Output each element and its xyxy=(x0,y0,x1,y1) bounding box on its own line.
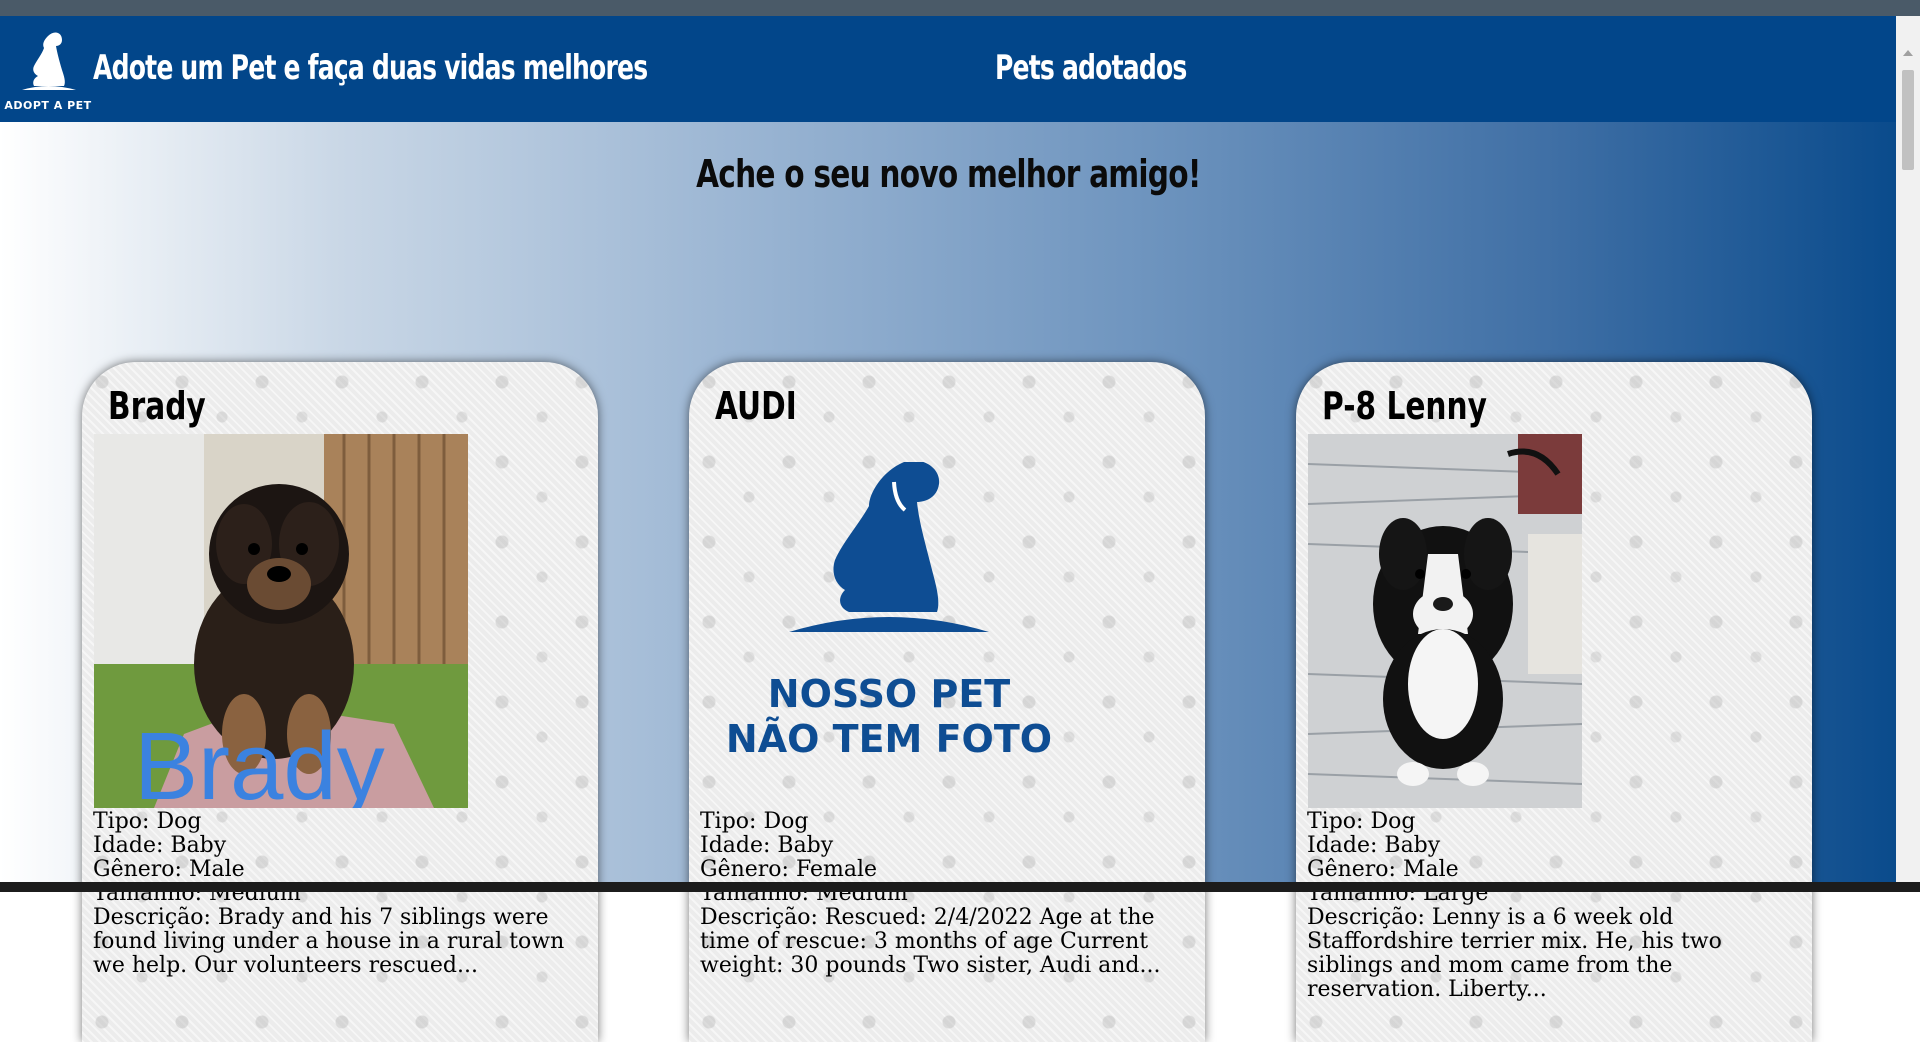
pet-info: Tipo: Dog Idade: Baby Gênero: Female Tam… xyxy=(700,810,1180,978)
scroll-up-arrow-icon[interactable] xyxy=(1903,50,1913,56)
adopt-a-pet-logo[interactable]: ADOPT A PET xyxy=(4,26,92,114)
pet-card[interactable]: P-8 Lenny Tipo: Dog Idade: Baby Gênero: … xyxy=(1296,362,1812,1042)
dog-silhouette-icon: NOSSO PET NÃO TEM FOTO xyxy=(726,460,1052,761)
no-photo-placeholder[interactable]: NOSSO PET NÃO TEM FOTO xyxy=(719,460,1059,802)
pet-info: Tipo: Dog Idade: Baby Gênero: Male Taman… xyxy=(1307,810,1787,1002)
taskbar xyxy=(0,882,1920,892)
pet-type: Tipo: Dog xyxy=(93,809,202,834)
pet-description: Descrição: Rescued: 2/4/2022 Age at the … xyxy=(700,905,1161,978)
scrollbar-thumb[interactable] xyxy=(1902,70,1914,170)
pet-name: Brady xyxy=(108,384,206,428)
pet-age: Idade: Baby xyxy=(93,833,227,858)
pet-photo[interactable] xyxy=(1308,434,1582,808)
pet-type: Tipo: Dog xyxy=(1307,809,1416,834)
adopted-pets-link[interactable]: Pets adotados xyxy=(995,48,1187,88)
puppy-photo-image: Brady xyxy=(94,434,468,808)
pet-gender: Gênero: Male xyxy=(1307,857,1459,882)
dog-logo-icon xyxy=(22,32,76,90)
pet-card[interactable]: AUDI NOSSO PET NÃO TEM FOTO Tipo: Dog Id… xyxy=(689,362,1205,1042)
site-title[interactable]: Adote um Pet e faça duas vidas melhores xyxy=(93,48,648,88)
pet-gender: Gênero: Female xyxy=(700,857,878,882)
logo-text: ADOPT A PET xyxy=(4,99,92,112)
page-title: Ache o seu novo melhor amigo! xyxy=(0,152,1896,196)
site-header: ADOPT A PET Adote um Pet e faça duas vid… xyxy=(0,16,1896,122)
pet-age: Idade: Baby xyxy=(700,833,834,858)
pet-age: Idade: Baby xyxy=(1307,833,1441,858)
vertical-scrollbar[interactable] xyxy=(1896,16,1920,882)
placeholder-line2: NÃO TEM FOTO xyxy=(726,717,1052,761)
browser-top-strip xyxy=(0,0,1920,17)
pet-info: Tipo: Dog Idade: Baby Gênero: Male Taman… xyxy=(93,810,573,978)
pet-name: AUDI xyxy=(715,384,797,428)
placeholder-line1: NOSSO PET xyxy=(768,672,1010,716)
pet-name: P-8 Lenny xyxy=(1322,384,1487,428)
pet-gender: Gênero: Male xyxy=(93,857,245,882)
pet-card[interactable]: Brady Brady Tipo: Dog Idade: Baby Gênero… xyxy=(82,362,598,1042)
pet-type: Tipo: Dog xyxy=(700,809,809,834)
page-title-text: Ache o seu novo melhor amigo! xyxy=(695,152,1201,196)
puppy-photo-image xyxy=(1308,434,1582,808)
photo-caption: Brady xyxy=(134,713,385,808)
pet-photo[interactable]: Brady xyxy=(94,434,468,808)
pet-description: Descrição: Brady and his 7 siblings were… xyxy=(93,905,565,978)
pet-description: Descrição: Lenny is a 6 week old Staffor… xyxy=(1307,905,1722,1002)
main-content: Ache o seu novo melhor amigo! Brady Brad… xyxy=(0,122,1896,1042)
